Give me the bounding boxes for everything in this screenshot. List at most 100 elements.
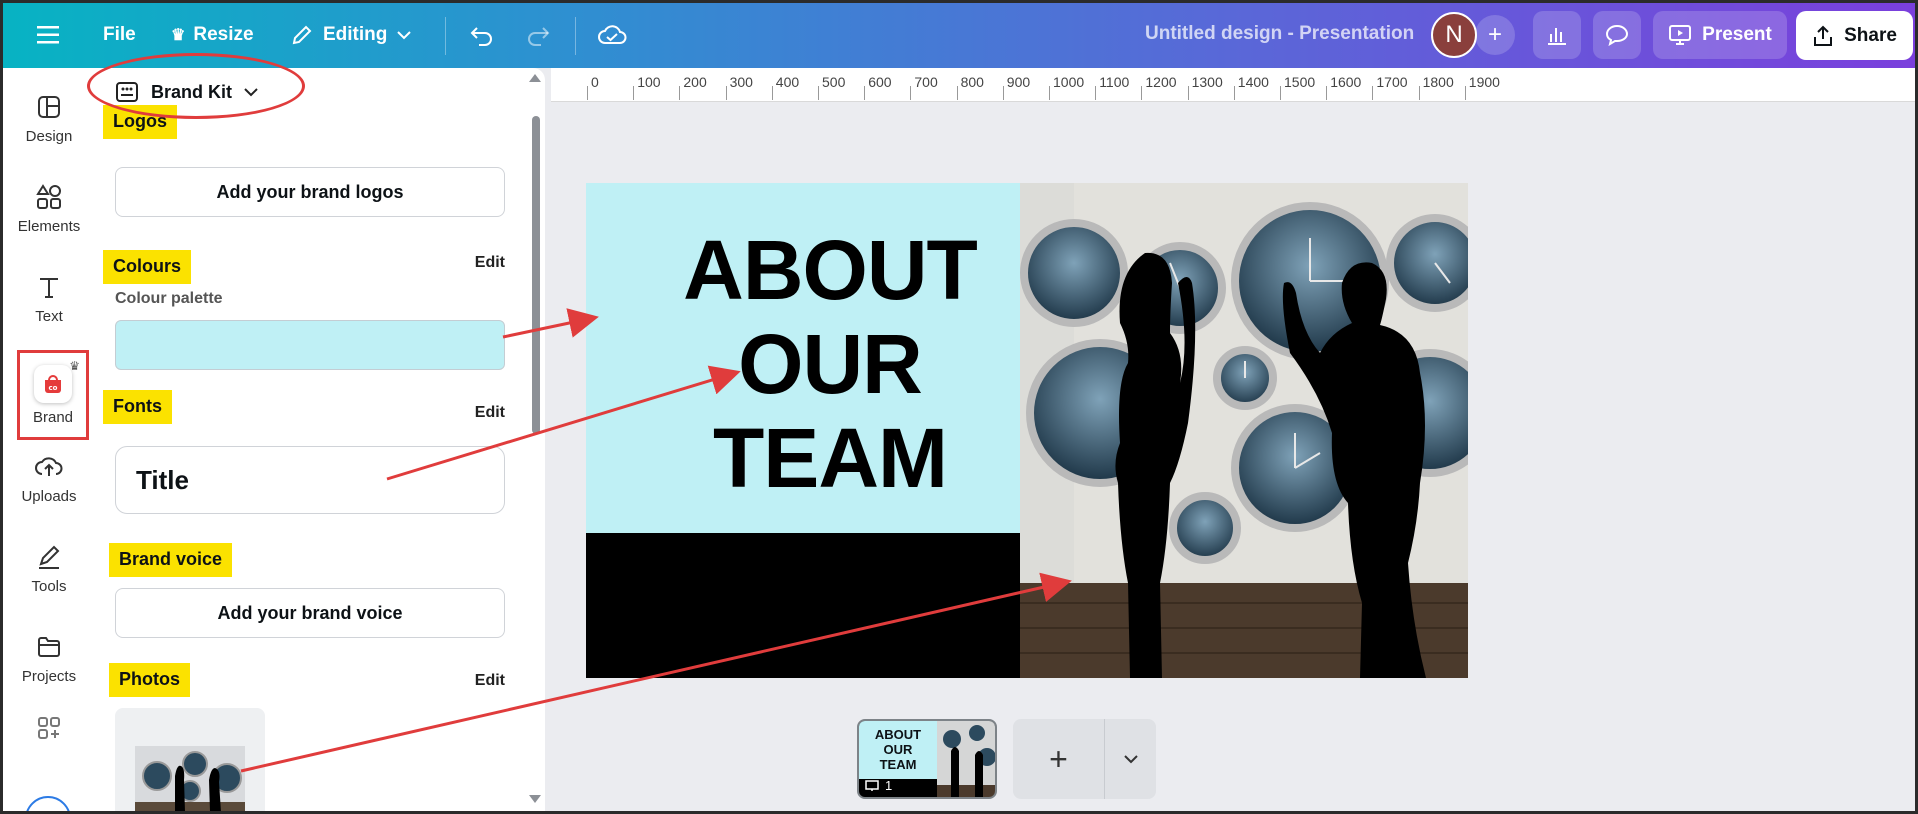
rail-item-text[interactable]: Text	[3, 258, 95, 338]
rail-item-projects[interactable]: Projects	[3, 618, 95, 698]
left-rail: Design Elements Text ♛ co Brand Uploads …	[3, 68, 95, 811]
ruler-tick-mark	[1280, 86, 1281, 100]
ruler-tick-mark	[1002, 86, 1004, 100]
add-brand-voice-button[interactable]: Add your brand voice	[115, 588, 505, 638]
redo-icon[interactable]	[525, 15, 551, 55]
ruler-tick-mark	[587, 86, 588, 100]
ruler-tick-mark	[771, 86, 773, 100]
brand-icon: co	[34, 364, 72, 403]
ruler-tick-mark	[1233, 86, 1235, 100]
rail-label: Design	[25, 127, 73, 145]
team-photo[interactable]	[1020, 183, 1468, 678]
colours-edit-link[interactable]: Edit	[475, 254, 505, 272]
file-menu[interactable]: File	[103, 15, 136, 55]
rail-item-design[interactable]: Design	[3, 78, 95, 158]
add-page-button[interactable]: +	[1013, 719, 1105, 799]
rail-item-tools[interactable]: Tools	[3, 528, 95, 608]
add-page-control: +	[1013, 719, 1156, 799]
scroll-up-icon[interactable]	[529, 74, 541, 82]
scroll-down-icon[interactable]	[529, 795, 541, 803]
ruler-tick-mark	[956, 86, 958, 100]
document-title[interactable]: Untitled design - Presentation	[1145, 23, 1414, 45]
slide-title-line: TEAM	[713, 411, 948, 505]
rail-item-apps[interactable]	[3, 708, 95, 748]
ai-assistant-icon[interactable]	[25, 796, 71, 811]
rail-label: Uploads	[21, 487, 77, 505]
scrollbar-thumb[interactable]	[532, 116, 540, 434]
photos-heading: Photos	[109, 663, 190, 697]
brand-photo-card[interactable]	[115, 708, 265, 811]
ruler-tick: 200	[683, 74, 707, 90]
share-label: Share	[1844, 24, 1897, 46]
insights-button[interactable]	[1533, 11, 1581, 59]
ruler-tick-mark	[1141, 86, 1143, 100]
ruler-tick-mark	[910, 86, 912, 100]
present-icon	[1669, 25, 1692, 45]
brand-photo-thumbnail	[135, 746, 245, 811]
toolbar-divider	[575, 17, 576, 55]
plus-icon: +	[1049, 740, 1068, 777]
page-thumbnail[interactable]: ABOUT OUR TEAM 1	[857, 719, 997, 799]
crown-icon: ♛	[171, 27, 186, 44]
page-number-label: 1	[885, 778, 893, 793]
ruler-tick: 1600	[1330, 74, 1362, 90]
resize-button[interactable]: ♛ Resize	[171, 15, 254, 55]
ruler-tick-mark	[1464, 86, 1466, 100]
brand-voice-heading: Brand voice	[109, 543, 233, 577]
undo-icon[interactable]	[469, 15, 495, 55]
ruler-tick: 1200	[1145, 74, 1177, 90]
page-options-button[interactable]	[1106, 719, 1156, 799]
ruler-tick-mark	[1049, 86, 1050, 100]
crown-icon: ♛	[69, 359, 80, 373]
uploads-icon	[34, 452, 64, 482]
projects-icon	[34, 632, 64, 662]
add-brand-logos-button[interactable]: Add your brand logos	[115, 167, 505, 217]
ruler-tick: 1100	[1099, 74, 1130, 90]
ruler-tick-mark	[1187, 86, 1189, 100]
avatar[interactable]: N	[1431, 12, 1477, 58]
avatar-initial: N	[1445, 21, 1463, 48]
page-thumbnail-title-line: ABOUT	[874, 727, 922, 742]
cloud-saved-icon[interactable]	[597, 15, 627, 55]
rail-item-elements[interactable]: Elements	[3, 168, 95, 248]
font-title-card[interactable]: Title	[115, 446, 505, 514]
svg-text:co: co	[49, 384, 58, 392]
resize-label: Resize	[193, 24, 254, 45]
rail-label: Text	[35, 307, 63, 325]
slide-canvas[interactable]: ABOUT OUR TEAM	[586, 183, 1468, 678]
chevron-down-icon	[397, 31, 412, 40]
editing-mode-button[interactable]: Editing	[291, 15, 412, 55]
horizontal-ruler: 0 100 200 300 400 500 600 700 800 900 1000 1100 1200…	[551, 68, 1915, 102]
comment-icon	[1605, 24, 1629, 46]
present-label: Present	[1702, 24, 1772, 45]
ruler-tick-mark	[1418, 86, 1420, 100]
share-button[interactable]: Share	[1796, 11, 1913, 60]
ruler-tick-mark	[1326, 86, 1328, 100]
fonts-heading: Fonts	[103, 390, 172, 424]
pencil-icon	[292, 25, 312, 45]
rail-label: Projects	[21, 667, 77, 685]
slide-title[interactable]: ABOUT OUR TEAM	[586, 223, 1074, 505]
annotation-ellipse	[87, 53, 305, 119]
panel-scrollbar[interactable]	[525, 68, 545, 811]
ruler-tick: 400	[775, 74, 800, 90]
photos-edit-link[interactable]: Edit	[475, 672, 505, 690]
ruler-tick: 0	[591, 74, 599, 90]
ruler-tick-mark	[1372, 86, 1374, 100]
menu-icon[interactable]	[37, 15, 59, 55]
rail-item-brand[interactable]: ♛ co Brand	[17, 350, 89, 440]
fonts-edit-link[interactable]: Edit	[475, 404, 505, 422]
page-thumbnail-title: ABOUT OUR TEAM	[859, 727, 937, 772]
rail-item-uploads[interactable]: Uploads	[3, 438, 95, 518]
apps-icon	[34, 713, 64, 743]
slide-title-line: ABOUT	[683, 223, 978, 317]
rail-label: Brand	[32, 408, 74, 426]
chevron-down-icon	[1124, 755, 1138, 764]
text-icon	[34, 272, 64, 302]
add-collaborator-button[interactable]: +	[1475, 15, 1515, 55]
ruler-tick-mark	[633, 86, 635, 100]
present-button[interactable]: Present	[1653, 11, 1787, 59]
comments-button[interactable]	[1593, 11, 1641, 59]
ruler-tick: 600	[868, 74, 892, 90]
colour-swatch[interactable]	[115, 320, 505, 370]
